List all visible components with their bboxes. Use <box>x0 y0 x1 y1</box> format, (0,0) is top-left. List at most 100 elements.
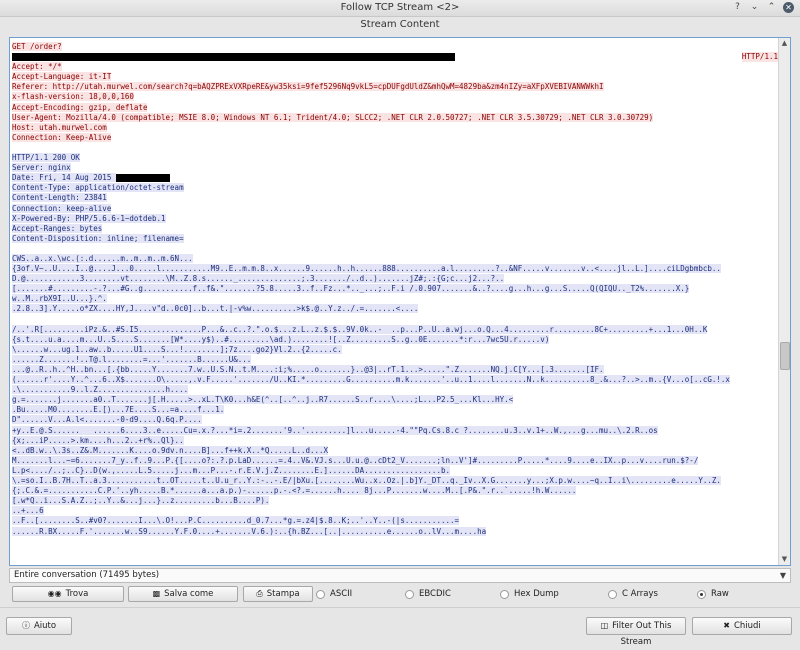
stream-line: +y..E.@.S...... ......6....3..e.....Cu=.… <box>12 425 780 436</box>
stream-line: L.p<..../..;..C}..D(w.,.....L.5.....j...… <box>12 465 780 476</box>
stream-line-text: GET /order? <box>12 42 62 51</box>
stream-line: {3of.V~..U....I..@....J...0.....l.......… <box>12 264 780 274</box>
stream-line-text: ......R.BX.....F.'.......w..S9......Y.F.… <box>12 526 487 536</box>
stream-line: \.=so.I..B.7H..T..a.3...........t..OT...… <box>12 476 780 486</box>
stream-line-text: Content-Type: application/octet-stream <box>12 183 184 193</box>
stream-line-text: CWS..a..x.\wc.(:.d......m..m..m..m.6N... <box>12 253 193 263</box>
stream-line-text: Accept-Ranges: bytes <box>12 223 103 233</box>
help-button[interactable]: ⓘ Aiuto <box>6 617 72 635</box>
stream-line: Accept-Language: it-IT <box>12 72 780 82</box>
stream-line-text: {x;...iP.....>.km....h...2..+r%..Ql}.. <box>12 435 184 445</box>
stream-line-text: Content-Disposition: inline; filename= <box>12 233 184 243</box>
stream-line <box>12 143 780 153</box>
scroll-up-icon[interactable]: ▲ <box>779 38 790 49</box>
stream-content-box[interactable]: GET /order? HTTP/1.1 Accept: */* Accept-Lan… <box>9 37 791 566</box>
stream-line-text: +y..E.@.S...... ......6....3..e.....Cu=.… <box>12 425 658 435</box>
stream-line: HTTP/1.1 200 OK <box>12 153 780 163</box>
stream-line: Content-Disposition: inline; filename= <box>12 233 780 244</box>
stream-line: <..dB.w..\.3s..Z&.M.......K....o.9dv.n..… <box>12 445 780 456</box>
window-minimize-icon[interactable]: ⌄ <box>749 2 760 13</box>
stream-line: x-flash-version: 18,0,0,160 <box>12 92 780 102</box>
stream-line: D.@............3........vt........\M..Z.… <box>12 274 780 284</box>
stream-line: Referer: http://utah.murwel.com/search?q… <box>12 82 780 92</box>
stream-line: Content-Length: 23841 <box>12 193 780 203</box>
radio-raw-label: Raw <box>711 589 729 599</box>
stream-line-text: HTTP/1.1 200 OK <box>12 153 80 163</box>
radio-carrays-dot[interactable] <box>608 589 617 599</box>
help-button-label: Aiuto <box>33 621 57 631</box>
radio-raw-dot[interactable] <box>697 589 706 599</box>
window-maximize-icon[interactable]: ⌃ <box>766 2 777 13</box>
format-radio-ebcdic[interactable]: EBCDIC <box>405 588 451 600</box>
radio-ascii-dot[interactable] <box>316 589 325 599</box>
scroll-thumb[interactable] <box>780 342 790 370</box>
stream-line: w..M..rbX9I..U...}.^. <box>12 294 780 304</box>
stream-line-text: User-Agent: Mozilla/4.0 (compatible; MSI… <box>12 112 654 122</box>
stream-line-text: [.w*Q..i...S.A.Z..;..Y..&...j...}..z....… <box>12 496 270 506</box>
stream-line-text: [.......#.........-.?...#G..g...........… <box>12 284 690 294</box>
stream-line: Accept: */* <box>12 62 780 72</box>
vertical-scrollbar[interactable]: ▲ ▼ <box>778 38 790 565</box>
stream-line-text: Connection: Keep-Alive <box>12 132 112 142</box>
find-button[interactable]: ◉◉ Trova <box>12 586 124 602</box>
stream-line: [.......#.........-.?...#G..g...........… <box>12 284 780 294</box>
stream-line-text: g.=.......j.......a0..T.......j[.H.....>… <box>12 395 514 405</box>
stream-line-text: \.=so.I..B.7H..T..a.3...........t..OT...… <box>12 476 721 486</box>
stream-line: CWS..a..x.\wc.(:.d......m..m..m..m.6N... <box>12 253 780 264</box>
stream-line: {s.t....u.a....m...U..S....S.......[W*..… <box>12 334 780 345</box>
radio-carrays-label: C Arrays <box>622 589 658 599</box>
conversation-select[interactable]: Entire conversation (71495 bytes) ▼ <box>9 568 791 583</box>
stream-line: Server: nginx <box>12 163 780 173</box>
binoculars-icon: ◉◉ <box>47 589 62 598</box>
stream-line: Host: utah.murwel.com <box>12 122 780 133</box>
stream-line: {x;...iP.....>.km....h...2..+r%..Ql}.. <box>12 435 780 446</box>
stream-line: /..'.R[.........iPz.&..#S.I5............… <box>12 324 780 335</box>
stream-line: Accept-Encoding: gzip, deflate <box>12 102 780 113</box>
radio-ebcdic-dot[interactable] <box>405 589 414 599</box>
stream-text[interactable]: GET /order? HTTP/1.1 Accept: */* Accept-Lan… <box>10 38 780 565</box>
window-titlebar: Follow TCP Stream <2> ? ⌄ ⌃ ✕ <box>0 0 800 17</box>
stream-line-text: ......Z.......!..T@.l........=...'......… <box>12 354 252 364</box>
filter-icon: ◫ <box>600 621 609 630</box>
close-button-label: Chiudi <box>733 621 761 631</box>
stream-line-text: L.p<..../..;..C}..D(w.,.....L.5.....j...… <box>12 465 450 475</box>
print-button[interactable]: ⎙ Stampa <box>243 586 313 602</box>
window-help-icon[interactable]: ? <box>732 2 743 13</box>
stream-line-text: X-Powered-By: PHP/5.6.6-1~dotdeb.1 <box>12 213 166 223</box>
stream-line: (......r'....Y..^...6..X$.......O\.....,… <box>12 375 780 385</box>
format-radio-hexdump[interactable]: Hex Dump <box>500 588 559 600</box>
stream-line-text: Referer: http://utah.murwel.com/search?q… <box>12 82 604 92</box>
stream-line-text: x-flash-version: 18,0,0,160 <box>12 92 134 102</box>
stream-line-text: Host: utah.murwel.com <box>12 122 107 132</box>
stream-line: ..+...6 <box>12 506 780 516</box>
help-icon: ⓘ <box>21 621 30 630</box>
radio-hexdump-dot[interactable] <box>500 589 509 599</box>
conversation-select-value: Entire conversation (71495 bytes) <box>14 570 160 580</box>
close-button[interactable]: ✖ Chiudi <box>692 617 792 635</box>
stream-line-text: ..F..[........S..#v0?.......I...\.O!...P… <box>12 516 460 526</box>
scroll-down-icon[interactable]: ▼ <box>779 554 790 565</box>
printer-icon: ⎙ <box>256 589 263 598</box>
stream-line: GET /order? <box>12 42 780 52</box>
stream-line-text: Server: nginx <box>12 163 71 173</box>
stream-line <box>12 244 780 254</box>
chevron-down-icon: ▼ <box>779 571 786 580</box>
window-close-icon[interactable]: ✕ <box>783 2 794 13</box>
stream-line: ...@..R..h..^H..bn...[.{bb.....Y.......7… <box>12 365 780 375</box>
stream-content-label: Stream Content <box>360 19 440 30</box>
stream-line: Connection: Keep-Alive <box>12 132 780 143</box>
stream-line-text: {s.t....u.a....m...U..S....S.......[W*..… <box>12 334 550 344</box>
filter-out-stream-button[interactable]: ◫ Filter Out This Stream <box>586 617 686 647</box>
stream-line-text: .Bu.....M0........E.[)...7E....S...=a...… <box>12 405 225 415</box>
stream-line: ......R.BX.....F.'.......w..S9......Y.F.… <box>12 526 780 537</box>
save-as-button[interactable]: ▩ Salva come <box>128 586 238 602</box>
format-radio-ascii[interactable]: ASCII <box>316 588 352 600</box>
stream-line: g.=.......j.......a0..T.......j[.H.....>… <box>12 395 780 405</box>
format-radio-carrays[interactable]: C Arrays <box>608 588 658 600</box>
format-radio-raw[interactable]: Raw <box>697 588 729 600</box>
filter-out-button-label: Filter Out This Stream <box>612 621 672 647</box>
window-title: Follow TCP Stream <2> <box>340 2 460 13</box>
stream-line-text: /..'.R[.........iPz.&..#S.I5............… <box>12 324 708 334</box>
stream-line-text: D.@............3........vt........\M..Z.… <box>12 274 505 284</box>
stream-line: M.......l...~=6.......7_y..f..9...P.{[..… <box>12 455 780 466</box>
